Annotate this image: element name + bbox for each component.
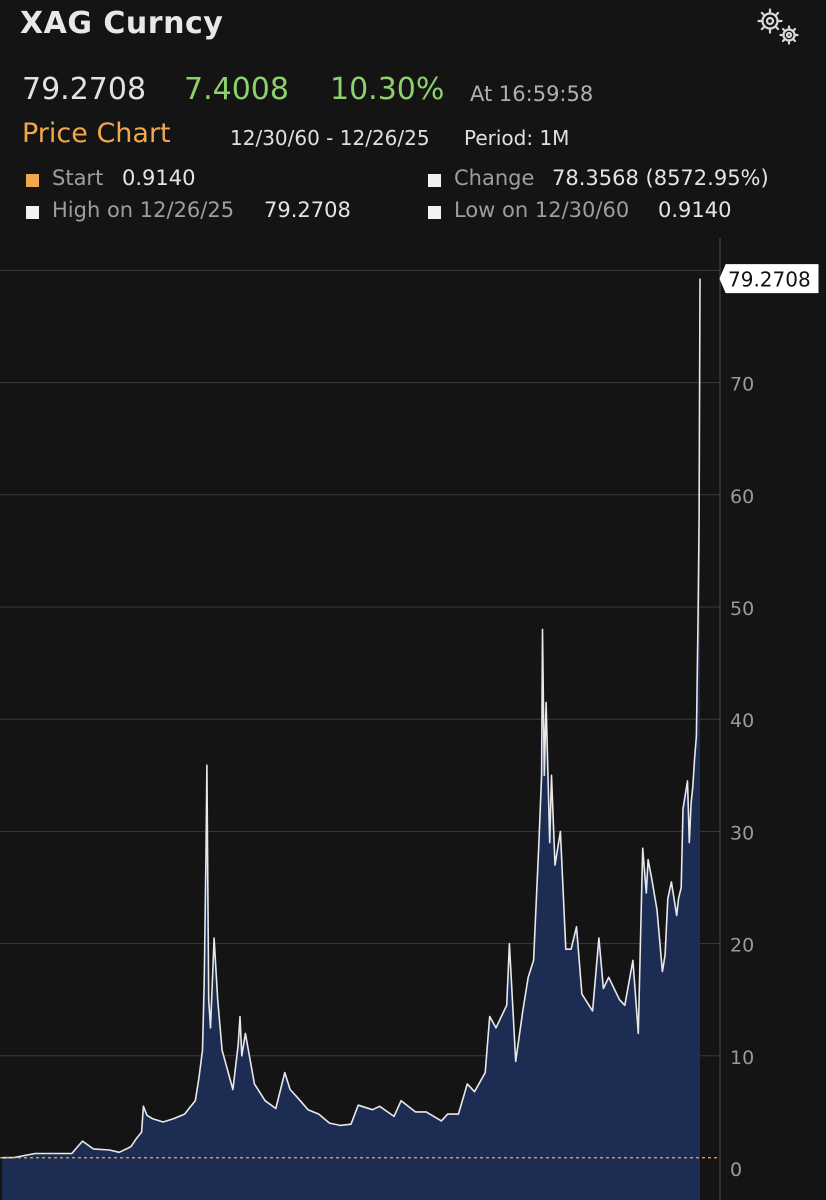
chart-legend: Start 0.9140 Change 78.3568 (8572.95%) H… — [26, 166, 816, 230]
low-swatch — [428, 206, 441, 219]
legend-change-label: Change — [454, 166, 535, 190]
y-tick-label: 40 — [730, 710, 754, 732]
legend-change-value: 78.3568 (8572.95%) — [552, 166, 769, 190]
change-swatch — [428, 174, 441, 187]
security-title: XAG Curncy — [20, 6, 224, 41]
settings-button[interactable] — [752, 4, 804, 48]
legend-low-value: 0.9140 — [658, 198, 732, 222]
percent-change: 10.30% — [330, 72, 445, 107]
period-selector[interactable]: Period: 1M — [464, 126, 569, 150]
chart-screen: XAG Curncy 79.2708 7.4008 10.30% At 16:5… — [0, 0, 826, 1200]
y-tick-label: 70 — [730, 374, 754, 396]
price-area — [2, 278, 700, 1200]
y-tick-label: 10 — [730, 1047, 754, 1069]
legend-start-value: 0.9140 — [122, 166, 196, 190]
last-price: 79.2708 — [22, 72, 147, 107]
quote-row: 79.2708 7.4008 10.30% At 16:59:58 — [22, 72, 802, 112]
legend-start-label: Start — [52, 166, 104, 190]
y-tick-label: 20 — [730, 935, 754, 957]
y-tick-label: 50 — [730, 598, 754, 620]
legend-low-label: Low on 12/30/60 — [454, 198, 630, 222]
price-chart[interactable]: 0102030405060708079.2708 — [0, 236, 826, 1200]
last-value-label: 79.2708 — [728, 268, 811, 292]
legend-high-label: High on 12/26/25 — [52, 198, 235, 222]
y-tick-label: 0 — [730, 1159, 742, 1181]
legend-high-value: 79.2708 — [264, 198, 351, 222]
net-change: 7.4008 — [184, 72, 289, 107]
chart-title: Price Chart — [22, 118, 171, 149]
date-range[interactable]: 12/30/60 - 12/26/25 — [230, 126, 430, 150]
chart-header: Price Chart 12/30/60 - 12/26/25 Period: … — [22, 118, 802, 158]
y-tick-label: 30 — [730, 822, 754, 844]
high-swatch — [26, 206, 39, 219]
y-tick-label: 60 — [730, 486, 754, 508]
start-swatch — [26, 174, 39, 187]
gear-icon — [757, 8, 799, 45]
last-update-time: At 16:59:58 — [470, 82, 594, 106]
